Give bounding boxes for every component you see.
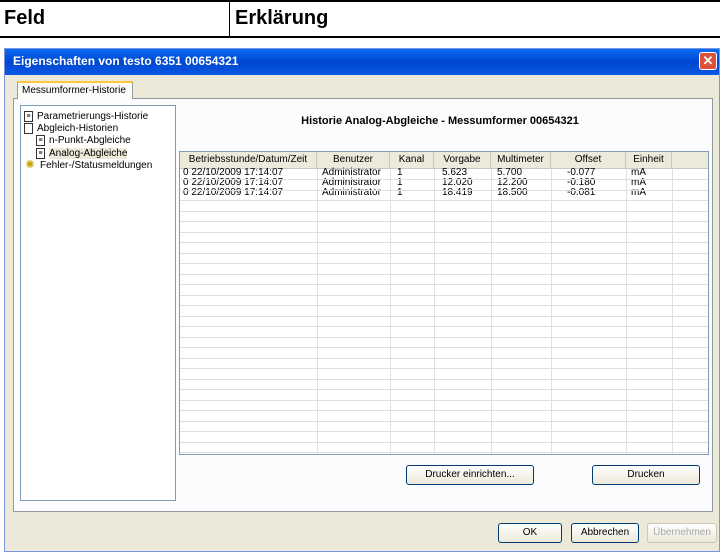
column-header[interactable]: Benutzer	[317, 152, 390, 168]
section-title: Historie Analog-Abgleiche - Messumformer…	[301, 115, 579, 127]
tree-item-label: Fehler-/Statusmeldungen	[40, 160, 153, 171]
ok-button[interactable]: OK	[498, 523, 562, 543]
doc-header-field: Feld	[4, 7, 46, 29]
warning-icon: ✺	[24, 159, 36, 172]
apply-button[interactable]: Übernehmen	[647, 523, 717, 543]
grid-line	[180, 347, 708, 348]
grid-line	[180, 389, 708, 390]
grid-line	[180, 337, 708, 338]
grid-line	[434, 169, 435, 454]
grid-line	[626, 169, 627, 454]
grid-line	[180, 295, 708, 296]
grid-line	[390, 169, 391, 454]
grid-line	[180, 452, 708, 453]
grid-line	[180, 179, 708, 180]
tree-item-fehler-status[interactable]: ✺ Fehler-/Statusmeldungen	[24, 159, 152, 173]
grid-line	[180, 316, 708, 317]
grid-line	[180, 221, 708, 222]
grid-line	[180, 379, 708, 380]
column-header[interactable]: Betriebsstunde/Datum/Zeit	[180, 152, 317, 168]
grid-line	[180, 200, 708, 201]
doc-header-table: Feld Erklärung	[0, 0, 720, 38]
tab-panel: ≡ Parametrierungs-Historie Abgleich-Histo…	[13, 98, 713, 512]
column-header[interactable]: Offset	[551, 152, 626, 168]
grid-line	[551, 169, 552, 454]
page-icon	[24, 122, 33, 134]
history-tree[interactable]: ≡ Parametrierungs-Historie Abgleich-Histo…	[20, 105, 176, 501]
doc-header-explanation: Erklärung	[235, 7, 329, 29]
history-table[interactable]: Betriebsstunde/Datum/Zeit Benutzer Kanal…	[179, 151, 709, 455]
grid-line	[180, 368, 708, 369]
grid-line	[491, 169, 492, 454]
grid-line	[317, 169, 318, 454]
cancel-button[interactable]: Abbrechen	[571, 523, 639, 543]
grid-line	[180, 326, 708, 327]
tree-item-label: Parametrierungs-Historie	[37, 111, 149, 122]
title-bar[interactable]: Eigenschaften von testo 6351 00654321 ✕	[5, 49, 719, 75]
grid-line	[180, 431, 708, 432]
column-header-empty	[672, 152, 708, 168]
tree-item-label: n-Punkt-Abgleiche	[49, 135, 131, 146]
printer-setup-button[interactable]: Drucker einrichten...	[406, 465, 534, 485]
tree-item-label: Analog-Abgleiche	[49, 148, 128, 159]
grid-line	[180, 284, 708, 285]
grid-line	[180, 190, 708, 191]
grid-line	[180, 211, 708, 212]
grid-line	[672, 169, 673, 454]
document-icon: ≡	[36, 147, 45, 159]
grid-line	[180, 410, 708, 411]
print-button[interactable]: Drucken	[592, 465, 700, 485]
tab-messumformer-historie[interactable]: Messumformer-Historie	[17, 81, 133, 99]
grid-line	[180, 242, 708, 243]
grid-line	[180, 400, 708, 401]
grid-line	[180, 358, 708, 359]
tree-item-n-punkt[interactable]: ≡ n-Punkt-Abgleiche	[36, 134, 131, 148]
grid-line	[180, 274, 708, 275]
grid-line	[180, 253, 708, 254]
grid-line	[180, 232, 708, 233]
document-icon: ≡	[24, 110, 33, 122]
column-header[interactable]: Vorgabe	[434, 152, 491, 168]
properties-window: Eigenschaften von testo 6351 00654321 ✕ …	[4, 48, 720, 552]
close-button[interactable]: ✕	[699, 52, 717, 70]
grid-line	[180, 263, 708, 264]
tree-item-label: Abgleich-Historien	[37, 123, 119, 134]
grid-line	[180, 421, 708, 422]
document-icon: ≡	[36, 134, 45, 146]
grid-line	[180, 442, 708, 443]
column-header[interactable]: Einheit	[626, 152, 672, 168]
column-header[interactable]: Multimeter	[491, 152, 551, 168]
column-header[interactable]: Kanal	[390, 152, 434, 168]
grid-line	[180, 305, 708, 306]
window-title: Eigenschaften von testo 6351 00654321	[13, 54, 239, 68]
